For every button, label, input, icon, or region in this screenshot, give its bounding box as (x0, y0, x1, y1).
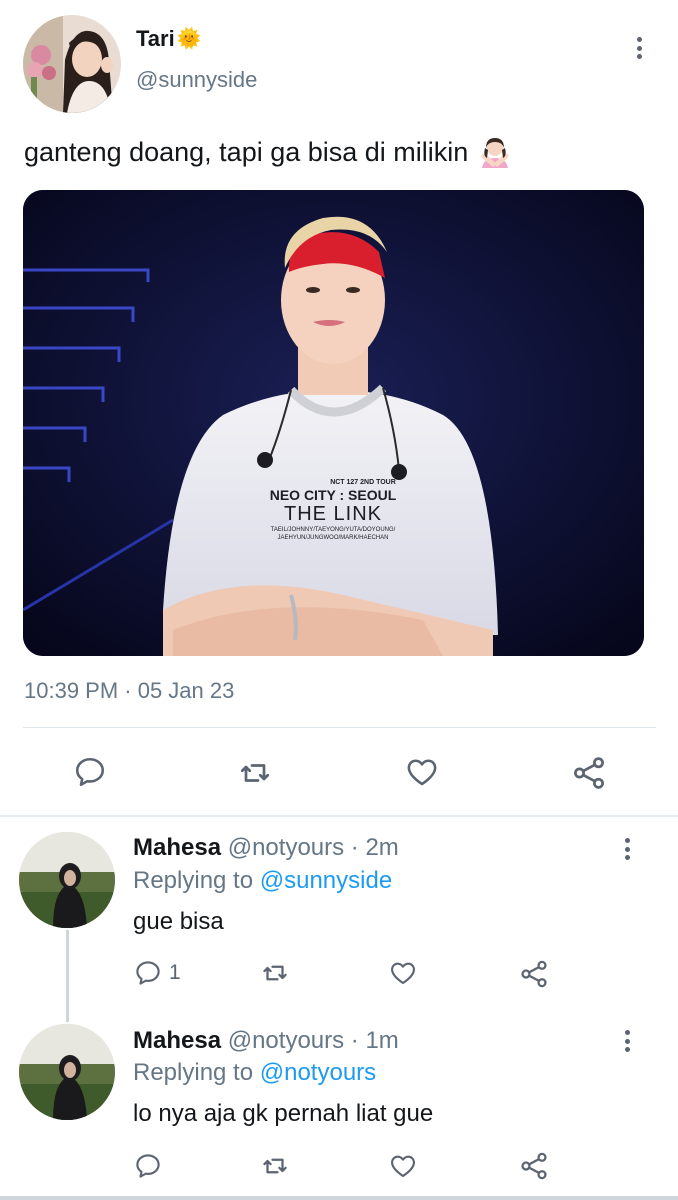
replying-to-link[interactable]: @notyours (260, 1059, 376, 1086)
divider (23, 727, 656, 728)
share-icon (521, 960, 547, 988)
sun-emoji: 🌞 (176, 28, 202, 50)
gesture-emoji (478, 136, 512, 168)
reply-count: 1 (169, 961, 181, 984)
reply-icon (136, 961, 160, 985)
reply-button[interactable]: 1 (133, 958, 181, 988)
reply-header: Mahesa @notyours · 1m (133, 1027, 399, 1055)
shirt-text-tour: NCT 127 2ND TOUR (330, 479, 396, 486)
shirt-text-link: THE LINK (284, 503, 382, 525)
reply-avatar[interactable] (19, 1024, 115, 1120)
section-separator (0, 815, 678, 817)
share-button[interactable] (570, 754, 608, 792)
no-gesture-emoji-icon (481, 138, 509, 168)
more-vertical-icon[interactable] (627, 33, 651, 63)
more-vertical-icon[interactable] (615, 1026, 639, 1056)
reply-author-name[interactable]: Mahesa (133, 1027, 221, 1054)
author-handle[interactable]: @sunnyside (136, 67, 257, 93)
reply-button[interactable] (72, 754, 108, 790)
tweet-text-body: ganteng doang, tapi ga bisa di milikin (24, 136, 469, 167)
share-button[interactable] (518, 958, 550, 990)
reply-meta: @notyours · 2m (227, 834, 399, 861)
reply-author-name[interactable]: Mahesa (133, 834, 221, 861)
reply-icon (75, 757, 105, 787)
reply-button[interactable] (133, 1151, 163, 1181)
author-name-text: Tari (136, 26, 175, 51)
reply-meta: @notyours · 1m (227, 1027, 399, 1054)
share-button[interactable] (518, 1150, 550, 1182)
like-button[interactable] (388, 1151, 418, 1181)
share-icon (521, 1152, 547, 1180)
replying-prefix: Replying to (133, 1059, 260, 1086)
concert-photo: NCT 127 2ND TOUR NEO CITY : SEOUL THE LI… (23, 190, 644, 656)
author-name[interactable]: Tari 🌞 (136, 26, 202, 52)
like-button[interactable] (388, 958, 418, 988)
replying-prefix: Replying to (133, 867, 260, 894)
heart-icon (391, 1155, 415, 1178)
replying-to: Replying to @notyours (133, 1059, 376, 1087)
replying-to-link[interactable]: @sunnyside (260, 867, 392, 894)
author-avatar[interactable] (23, 15, 121, 113)
tweet-text: ganteng doang, tapi ga bisa di milikin (24, 136, 512, 168)
retweet-icon (263, 1158, 287, 1174)
retweet-button[interactable] (259, 958, 291, 988)
retweet-icon (263, 965, 287, 981)
thread-connector (66, 930, 69, 1022)
more-vertical-icon[interactable] (615, 834, 639, 864)
tweet-timestamp[interactable]: 10:39 PM · 05 Jan 23 (24, 678, 234, 704)
reply-text: gue bisa (133, 908, 224, 935)
reply-icon (136, 1154, 160, 1178)
reply-header: Mahesa @notyours · 2m (133, 834, 399, 862)
heart-icon (391, 962, 415, 985)
bottom-divider (0, 1196, 678, 1200)
retweet-button[interactable] (236, 755, 274, 791)
retweet-icon (240, 764, 270, 782)
share-icon (574, 757, 604, 789)
heart-icon (407, 759, 437, 786)
shirt-text-city: NEO CITY : SEOUL (270, 487, 397, 503)
tweet-image[interactable]: NCT 127 2ND TOUR NEO CITY : SEOUL THE LI… (23, 190, 644, 656)
replying-to: Replying to @sunnyside (133, 867, 392, 895)
shirt-text-members-2: JAEHYUN/JUNGWOO/MARK/HAECHAN (277, 535, 388, 541)
reply-avatar[interactable] (19, 832, 115, 928)
reply-text: lo nya aja gk pernah liat gue (133, 1100, 434, 1127)
retweet-button[interactable] (259, 1151, 291, 1181)
shirt-text-members-1: TAEIL/JOHNNY/TAEYONG/YUTA/DOYOUNG/ (271, 527, 396, 533)
like-button[interactable] (404, 754, 440, 790)
